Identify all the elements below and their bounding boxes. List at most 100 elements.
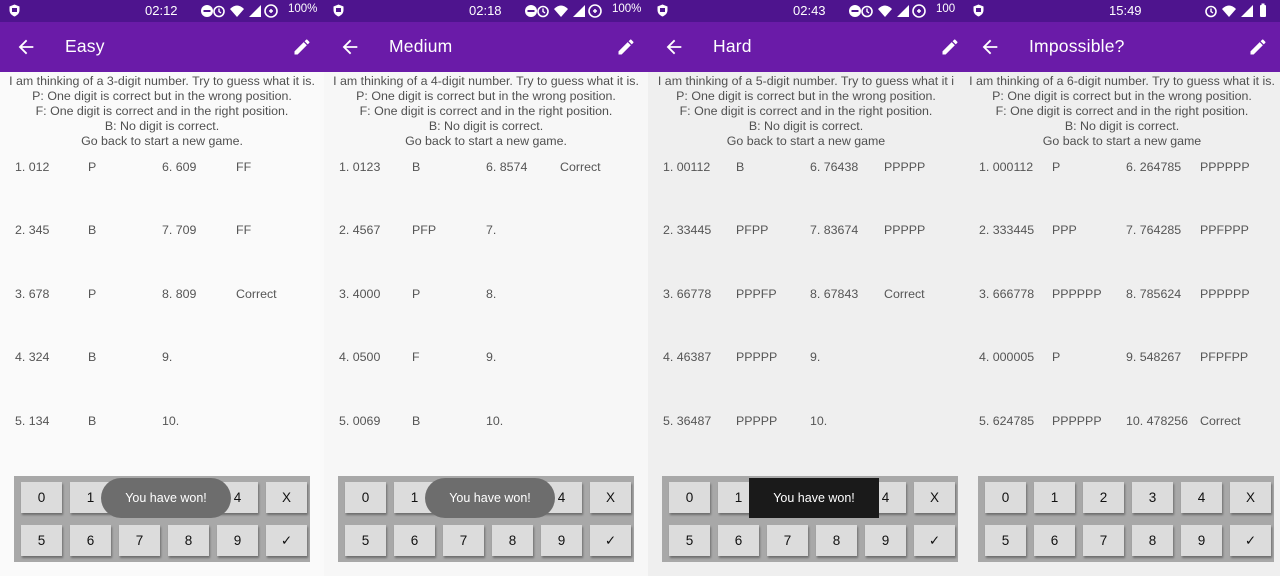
- guess-label: 1. 0123: [339, 160, 381, 174]
- key-delete[interactable]: X: [266, 482, 307, 513]
- instruction-line: P: One digit is correct but in the wrong…: [992, 89, 1252, 103]
- page-title: Medium: [389, 36, 453, 56]
- toolbar: Impossible?: [964, 22, 1280, 72]
- key-4[interactable]: 4: [1181, 482, 1222, 513]
- key-5[interactable]: 5: [345, 525, 386, 556]
- key-6[interactable]: 6: [1034, 525, 1075, 556]
- guess-label: 6. 264785: [1126, 160, 1182, 174]
- key-7[interactable]: 7: [767, 525, 808, 556]
- back-arrow-icon[interactable]: [979, 36, 1001, 58]
- shield-icon: [333, 4, 344, 17]
- key-7[interactable]: 7: [119, 525, 160, 556]
- guess-result: PPPPP: [736, 414, 778, 428]
- screen-impossible: 15:49 Impossible? I am thinking of a 6-dig…: [964, 0, 1280, 576]
- guess-result: P: [412, 287, 421, 301]
- key-8[interactable]: 8: [1132, 525, 1173, 556]
- guess-label: 1. 00112: [663, 160, 711, 174]
- page-title: Impossible?: [1029, 36, 1125, 56]
- guess-result: Correct: [236, 287, 277, 301]
- edit-pencil-icon[interactable]: [292, 37, 312, 57]
- guess-result: PPPFP: [736, 287, 777, 301]
- guess-label: 3. 666778: [979, 287, 1035, 301]
- guess-result: PPFPPP: [1200, 223, 1249, 237]
- instructions: I am thinking of a 5-digit number. Try t…: [648, 74, 964, 149]
- instructions: I am thinking of a 3-digit number. Try t…: [0, 74, 324, 149]
- key-1[interactable]: 1: [1034, 482, 1075, 513]
- key-5[interactable]: 5: [669, 525, 710, 556]
- key-2[interactable]: 2: [1083, 482, 1124, 513]
- key-9[interactable]: 9: [865, 525, 906, 556]
- key-delete[interactable]: X: [590, 482, 631, 513]
- key-0[interactable]: 0: [21, 482, 62, 513]
- instruction-line: I am thinking of a 4-digit number. Try t…: [333, 74, 639, 88]
- key-submit[interactable]: ✓: [914, 525, 955, 556]
- instruction-line: F: One digit is correct and in the right…: [995, 104, 1249, 118]
- key-0[interactable]: 0: [669, 482, 710, 513]
- key-0[interactable]: 0: [345, 482, 386, 513]
- instruction-line: Go back to start a new game: [726, 134, 886, 148]
- key-6[interactable]: 6: [70, 525, 111, 556]
- key-9[interactable]: 9: [217, 525, 258, 556]
- key-9[interactable]: 9: [541, 525, 582, 556]
- key-8[interactable]: 8: [492, 525, 533, 556]
- guess-result: PPPPP: [884, 223, 926, 237]
- status-time: 02:12: [145, 3, 178, 18]
- guess-result: PPPPPP: [1052, 414, 1102, 428]
- guess-result: B: [412, 414, 421, 428]
- instruction-line: P: One digit is correct but in the wrong…: [676, 89, 936, 103]
- key-8[interactable]: 8: [168, 525, 209, 556]
- key-9[interactable]: 9: [1181, 525, 1222, 556]
- status-time: 15:49: [1109, 3, 1142, 18]
- guess-label: 10. 478256: [1126, 414, 1189, 428]
- guess-result: PPPPPP: [1200, 287, 1250, 301]
- key-submit[interactable]: ✓: [266, 525, 307, 556]
- guess-label: 7. 709: [162, 223, 197, 237]
- win-toast: You have won!: [425, 478, 555, 518]
- back-arrow-icon[interactable]: [15, 36, 37, 58]
- guess-result: PPPPP: [884, 160, 926, 174]
- toolbar: Medium: [324, 22, 648, 72]
- signal-icon: [1241, 5, 1253, 17]
- guess-result: PPPPPP: [1200, 160, 1250, 174]
- key-6[interactable]: 6: [394, 525, 435, 556]
- key-5[interactable]: 5: [21, 525, 62, 556]
- key-submit[interactable]: ✓: [590, 525, 631, 556]
- key-submit[interactable]: ✓: [1230, 525, 1271, 556]
- key-7[interactable]: 7: [1083, 525, 1124, 556]
- wifi-icon: [554, 5, 568, 17]
- screenshot-collage: 02:12 100% Easy I am thinking of a 3-digit …: [0, 0, 1280, 576]
- key-delete[interactable]: X: [914, 482, 955, 513]
- key-7[interactable]: 7: [443, 525, 484, 556]
- battery-icon: [1260, 3, 1266, 17]
- guess-result: Correct: [884, 287, 925, 301]
- back-arrow-icon[interactable]: [663, 36, 685, 58]
- wifi-icon: [878, 5, 892, 17]
- key-6[interactable]: 6: [718, 525, 759, 556]
- key-delete[interactable]: X: [1230, 482, 1271, 513]
- edit-pencil-icon[interactable]: [616, 37, 636, 57]
- game-content: I am thinking of a 4-digit number. Try t…: [324, 72, 648, 576]
- guess-label: 4. 000005: [979, 350, 1035, 364]
- key-0[interactable]: 0: [985, 482, 1026, 513]
- number-keypad: 01234X 56789 ✓: [978, 476, 1274, 562]
- guess-label: 8. 809: [162, 287, 197, 301]
- instruction-line: I am thinking of a 5-digit number. Try t…: [657, 74, 955, 88]
- back-arrow-icon[interactable]: [339, 36, 361, 58]
- guess-result: PFP: [412, 223, 437, 237]
- guess-label: 3. 678: [15, 287, 50, 301]
- guess-label: 1. 012: [15, 160, 50, 174]
- edit-pencil-icon[interactable]: [940, 37, 960, 57]
- guess-result: F: [412, 350, 420, 364]
- guess-label: 8.: [486, 287, 497, 301]
- key-5[interactable]: 5: [985, 525, 1026, 556]
- guess-label: 4. 46387: [663, 350, 712, 364]
- instruction-line: F: One digit is correct and in the right…: [359, 104, 613, 118]
- key-8[interactable]: 8: [816, 525, 857, 556]
- instruction-line: F: One digit is correct and in the right…: [679, 104, 933, 118]
- edit-pencil-icon[interactable]: [1248, 37, 1268, 57]
- key-3[interactable]: 3: [1132, 482, 1173, 513]
- guess-result: FF: [236, 160, 252, 174]
- guess-label: 2. 345: [15, 223, 50, 237]
- guess-label: 5. 36487: [663, 414, 712, 428]
- screen-easy: 02:12 100% Easy I am thinking of a 3-digit …: [0, 0, 324, 576]
